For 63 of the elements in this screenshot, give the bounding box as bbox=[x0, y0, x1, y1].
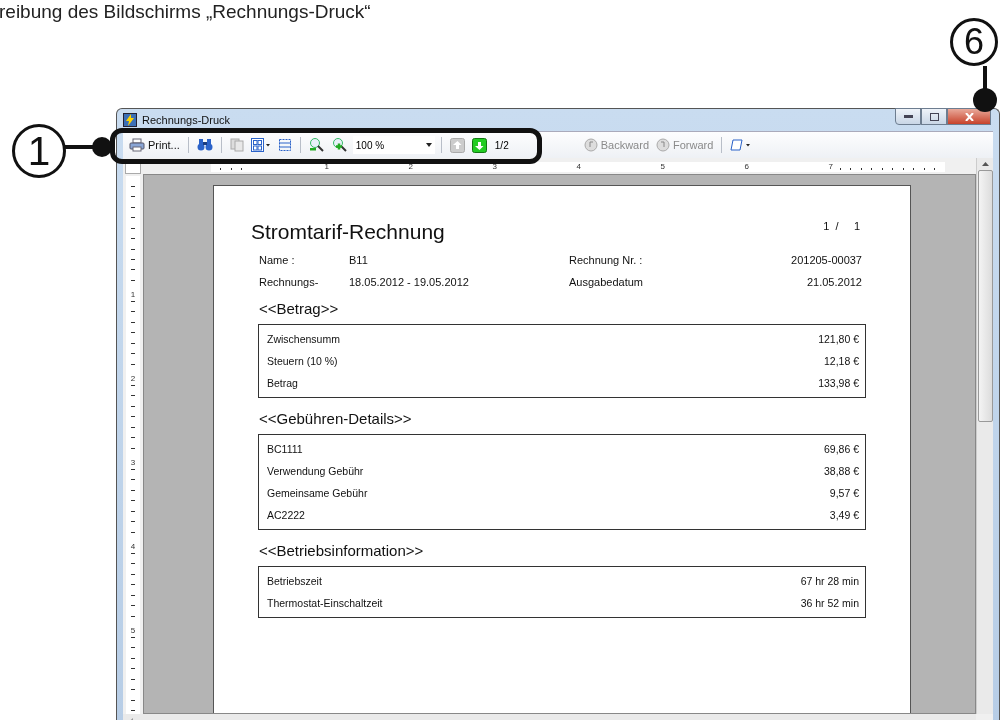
ruler-number: 4 bbox=[130, 542, 136, 552]
up-arrow-icon bbox=[981, 162, 989, 166]
field-label: Ausgabedatum bbox=[569, 276, 644, 288]
row-value: 121,80 € bbox=[818, 333, 859, 345]
zoom-in-icon bbox=[331, 137, 348, 153]
print-button[interactable]: Print... bbox=[127, 137, 182, 153]
zoom-out-icon bbox=[308, 137, 325, 153]
printer-icon bbox=[129, 138, 145, 152]
page-number: 1 / 1 bbox=[823, 220, 860, 232]
ruler-number: 5 bbox=[130, 626, 136, 636]
row-value: 12,18 € bbox=[823, 355, 859, 367]
row-value: 36 hr 52 min bbox=[800, 597, 859, 609]
field-label: Rechnung Nr. : bbox=[569, 254, 644, 266]
ruler-number: 1 bbox=[130, 290, 136, 300]
field-value: 18.05.2012 - 19.05.2012 bbox=[349, 276, 470, 288]
row-value: 3,49 € bbox=[829, 509, 859, 521]
row-label: AC2222 bbox=[267, 509, 305, 521]
row-label: Thermostat-Einschaltzeit bbox=[267, 597, 383, 609]
field-value: 201205-00037 bbox=[791, 254, 862, 266]
grid-icon bbox=[250, 138, 271, 152]
row-label: Gemeinsame Gebühr bbox=[267, 487, 368, 499]
row-label: Betriebszeit bbox=[267, 575, 322, 587]
caret-icon bbox=[425, 143, 432, 147]
field-label: Name : bbox=[259, 254, 296, 266]
window-title: Rechnungs-Druck bbox=[142, 114, 232, 126]
row-label: Verwendung Gebühr bbox=[267, 465, 364, 477]
section-heading: <<Betriebsinformation>> bbox=[259, 542, 425, 559]
ruler-number: 2 bbox=[130, 374, 136, 384]
row-label: BC1111 bbox=[267, 443, 303, 455]
row-value: 69,86 € bbox=[823, 443, 859, 455]
minimize-icon bbox=[903, 115, 913, 118]
row-label: Zwischensumm bbox=[267, 333, 340, 345]
zoom-select[interactable]: 100 % bbox=[352, 136, 435, 154]
page-icon bbox=[277, 138, 292, 152]
close-icon bbox=[964, 112, 974, 121]
maximize-icon bbox=[929, 112, 939, 121]
field-value: 21.05.2012 bbox=[806, 276, 862, 288]
row-label: Steuern (10 %) bbox=[267, 355, 338, 367]
field-label: Rechnungs- bbox=[259, 276, 320, 288]
field-value: B11 bbox=[349, 254, 369, 266]
documents-icon bbox=[229, 138, 244, 152]
invoice-title: Stromtarif-Rechnung bbox=[251, 220, 445, 244]
binoculars-icon bbox=[196, 138, 213, 152]
minimize-button[interactable] bbox=[895, 108, 921, 125]
row-value: 67 hr 28 min bbox=[800, 575, 859, 587]
ruler-number: 3 bbox=[130, 458, 136, 468]
callout-number: 6 bbox=[950, 18, 998, 66]
toolbar-button[interactable] bbox=[469, 136, 489, 154]
page-indicator: 1/2 bbox=[494, 139, 509, 151]
toolbar-button[interactable] bbox=[248, 137, 273, 153]
close-button[interactable] bbox=[947, 108, 991, 125]
row-value: 9,57 € bbox=[829, 487, 859, 499]
callout-number: 1 bbox=[12, 124, 66, 178]
page-heading: reibung des Bildschirms „Rechnungs-Druck“ bbox=[0, 0, 371, 24]
row-label: Betrag bbox=[267, 377, 298, 389]
section-heading: <<Gebühren-Details>> bbox=[259, 410, 413, 427]
row-value: 38,88 € bbox=[823, 465, 859, 477]
maximize-button[interactable] bbox=[921, 108, 947, 125]
edit-dropdown-icon bbox=[730, 138, 753, 152]
app-icon bbox=[123, 113, 137, 127]
row-value: 133,98 € bbox=[818, 377, 859, 389]
scroll-thumb[interactable] bbox=[977, 170, 993, 422]
section-heading: <<Betrag>> bbox=[259, 300, 340, 317]
